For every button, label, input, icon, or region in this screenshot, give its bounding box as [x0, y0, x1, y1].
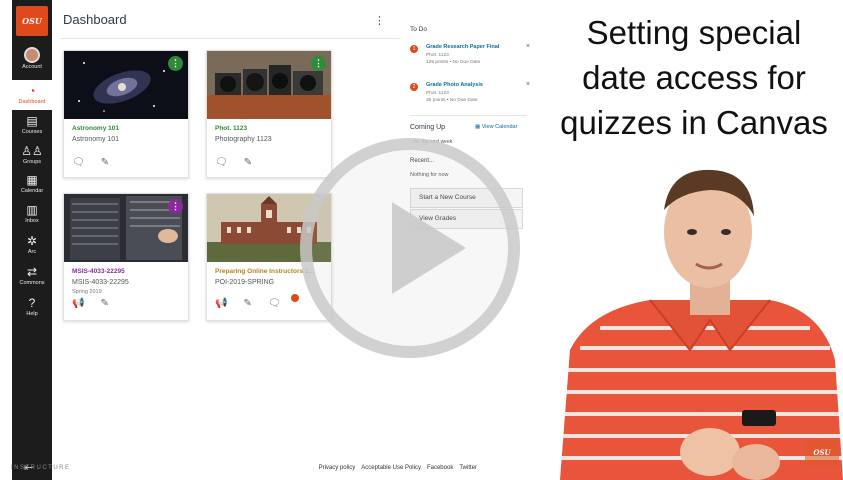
todo-item[interactable]: 2 Grade Photo Analysis Phot. 1123 35 poi… — [410, 81, 530, 106]
nav-help-label: Help — [26, 311, 38, 317]
nav-groups-label: Groups — [22, 159, 42, 165]
todo-course: Phot. 1123 — [426, 53, 449, 58]
acceptable-use-link[interactable]: Acceptable Use Policy — [361, 465, 421, 471]
presenter-video — [560, 160, 843, 480]
title-divider — [60, 38, 400, 39]
announcements-icon[interactable]: 🗨 — [215, 157, 228, 168]
nav-dashboard[interactable]: ◔ Dashboard — [12, 80, 52, 110]
assignments-icon[interactable]: ✎ — [101, 157, 109, 168]
assignments-icon[interactable]: ✎ — [100, 298, 108, 309]
nav-account-label: Account — [22, 64, 42, 70]
nav-help[interactable]: ? Help — [12, 296, 52, 318]
courses-icon: ▤ — [26, 114, 38, 128]
close-icon[interactable]: × — [526, 81, 530, 88]
page-footer: INSTRUCTURE Privacy policy Acceptable Us… — [11, 465, 477, 471]
card-term: Spring 2019 — [72, 289, 102, 295]
course-card[interactable]: ⋮ MSIS-4033-22295 MSIS-4033-22295 Spring… — [63, 193, 189, 321]
discussions-icon[interactable]: 🗨 — [268, 298, 281, 309]
groups-icon: ♙♙ — [21, 144, 43, 158]
assignments-icon[interactable]: ✎ — [244, 157, 252, 168]
todo-title[interactable]: Grade Research Paper Final — [426, 44, 499, 50]
nav-calendar[interactable]: ▦ Calendar — [12, 173, 52, 195]
card-title[interactable]: Astronomy 101 — [72, 125, 119, 132]
assignments-icon[interactable]: ✎ — [243, 298, 251, 309]
view-calendar-link[interactable]: ▦ View Calendar — [475, 124, 517, 130]
facebook-link[interactable]: Facebook — [427, 465, 453, 471]
todo-heading: To Do — [410, 26, 427, 33]
announcements-icon[interactable]: 📢 — [72, 298, 84, 309]
card-title[interactable]: MSIS-4033-22295 — [72, 268, 125, 275]
card-course-code: MSIS-4033-22295 — [72, 279, 129, 286]
announcements-icon[interactable]: 📢 — [215, 298, 227, 309]
view-calendar-label: View Calendar — [481, 124, 518, 130]
avatar-icon — [24, 47, 40, 63]
coming-up-heading: Coming Up — [410, 124, 446, 131]
nav-groups[interactable]: ♙♙ Groups — [12, 144, 52, 166]
todo-number: 1 — [410, 45, 418, 53]
todo-meta: 125 points • No Due Date — [426, 60, 481, 65]
dashboard-options-icon[interactable]: ⋮ — [374, 14, 385, 27]
dashboard-icon: ◔ — [28, 84, 36, 98]
play-button[interactable] — [300, 138, 520, 358]
card-course-code: POI-2019-SPRING — [215, 279, 275, 286]
todo-meta: 35 points • No Due Date — [426, 98, 478, 103]
commons-icon: ⇄ — [26, 265, 38, 279]
course-card[interactable]: ⋮ Phot. 1123 Photography 1123 🗨 ✎ — [206, 50, 332, 178]
instructure-logo: INSTRUCTURE — [11, 465, 71, 471]
video-title-line: Setting special — [586, 14, 802, 51]
video-title: Setting special date access for quizzes … — [548, 10, 840, 145]
card-title[interactable]: Preparing Online Instructors 2... — [215, 268, 314, 275]
calendar-icon: ▦ — [26, 173, 38, 187]
sidebar-divider — [410, 115, 527, 116]
osu-watermark-logo: OSU — [805, 440, 839, 466]
card-course-code: Photography 1123 — [215, 136, 272, 143]
video-title-line: date access for — [582, 59, 806, 96]
todo-course: Phot. 1123 — [426, 91, 449, 96]
twitter-link[interactable]: Twitter — [459, 465, 477, 471]
calendar-icon: ▦ — [475, 124, 482, 130]
nav-arc[interactable]: ✲ Arc — [12, 234, 52, 256]
logo-text: OSU — [22, 16, 42, 26]
help-icon: ? — [28, 296, 36, 310]
nav-commons-label: Commons — [19, 280, 45, 286]
announcements-icon[interactable]: 🗨 — [72, 157, 85, 168]
osu-logo[interactable]: OSU — [16, 6, 48, 36]
nav-courses[interactable]: ▤ Courses — [12, 114, 52, 136]
close-icon[interactable]: × — [526, 43, 530, 50]
video-title-line: quizzes in Canvas — [560, 104, 828, 141]
nav-commons[interactable]: ⇄ Commons — [12, 265, 52, 287]
play-icon — [392, 202, 466, 294]
todo-number: 2 — [410, 83, 418, 91]
card-options-icon[interactable]: ⋮ — [168, 199, 183, 214]
nav-dashboard-label: Dashboard — [18, 99, 46, 105]
nav-arc-label: Arc — [27, 249, 37, 255]
course-card[interactable]: ⋮ Astronomy 101 Astronomy 101 🗨 ✎ — [63, 50, 189, 178]
nav-calendar-label: Calendar — [20, 188, 44, 194]
card-options-icon[interactable]: ⋮ — [168, 56, 183, 71]
notification-badge — [291, 294, 299, 302]
card-title[interactable]: Phot. 1123 — [215, 125, 247, 132]
video-frame: OSU Account ◔ Dashboard ▤ Courses ♙♙ Gro… — [0, 0, 843, 480]
card-options-icon[interactable]: ⋮ — [311, 56, 326, 71]
global-nav: OSU Account ◔ Dashboard ▤ Courses ♙♙ Gro… — [12, 0, 52, 480]
inbox-icon: ▥ — [26, 203, 38, 217]
nav-inbox[interactable]: ▥ Inbox — [12, 203, 52, 225]
nav-account[interactable]: Account — [12, 44, 52, 78]
page-title: Dashboard — [63, 12, 127, 27]
todo-item[interactable]: 1 Grade Research Paper Final Phot. 1123 … — [410, 43, 530, 68]
privacy-policy-link[interactable]: Privacy policy — [319, 465, 356, 471]
card-course-code: Astronomy 101 — [72, 136, 120, 143]
nav-inbox-label: Inbox — [25, 218, 39, 224]
arc-icon: ✲ — [26, 234, 38, 248]
todo-title[interactable]: Grade Photo Analysis — [426, 82, 483, 88]
nav-courses-label: Courses — [21, 129, 43, 135]
